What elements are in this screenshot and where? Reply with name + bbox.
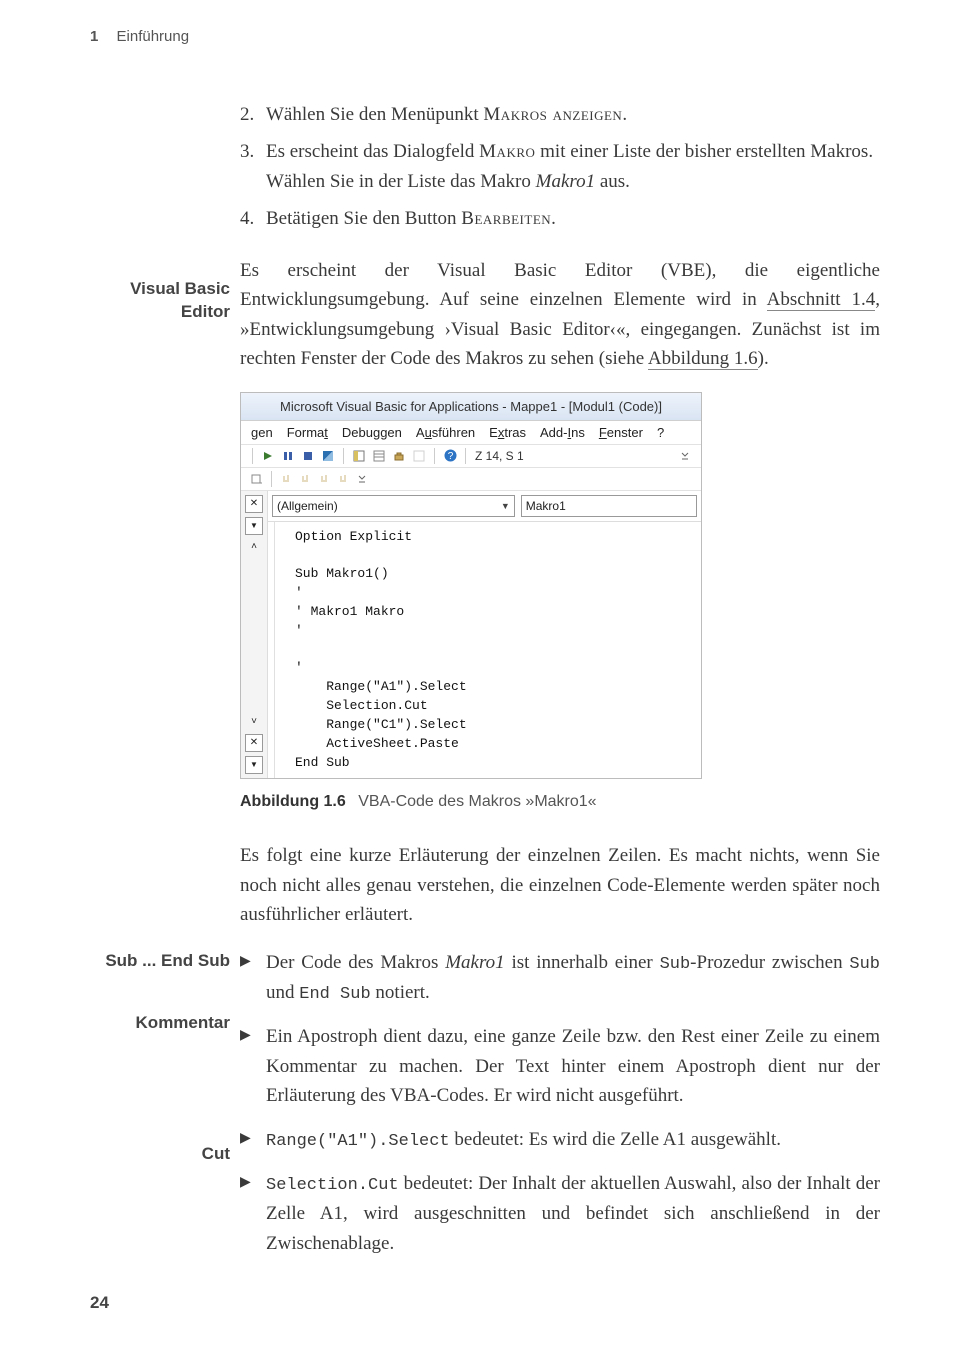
vbe-toolbar: ? Z 14, S 1 xyxy=(241,445,701,468)
step-number: 2. xyxy=(240,100,266,129)
design-mode-icon[interactable] xyxy=(320,448,336,464)
scroll-down-icon[interactable]: ˅ xyxy=(246,714,262,730)
edit-icon[interactable] xyxy=(249,471,265,487)
dropdown-icon[interactable]: ▼ xyxy=(245,756,263,774)
divider xyxy=(465,448,466,464)
menu-item[interactable]: Fenster xyxy=(599,425,643,440)
dropdown-icon[interactable]: ▼ xyxy=(245,517,263,535)
menu-item[interactable]: Debuggen xyxy=(342,425,402,440)
divider xyxy=(252,448,253,464)
code-pane[interactable]: Option Explicit Sub Makro1() ' ' Makro1 … xyxy=(274,522,701,779)
divider xyxy=(434,448,435,464)
page-number: 24 xyxy=(90,1293,109,1313)
para-vbe: Es erscheint der Visual Basic Editor (VB… xyxy=(240,256,880,374)
page: 1 Einführung Visual Basic Editor Sub ...… xyxy=(0,0,960,1353)
vbe-left-gutter: ✕ ▼ ˄ ˅ ✕ ▼ xyxy=(241,491,268,779)
para-after-figure: Es folgt eine kurze Erläuterung der einz… xyxy=(240,841,880,929)
hand-icon[interactable] xyxy=(335,471,351,487)
bullet-icon: ▶ xyxy=(240,1022,266,1110)
svg-text:?: ? xyxy=(447,451,453,462)
bullet-icon: ▶ xyxy=(240,1125,266,1155)
bullet-icon: ▶ xyxy=(240,1169,266,1258)
bullet-text: Der Code des Makros Makro1 ist innerhalb… xyxy=(266,948,880,1009)
margin-note-cut: Cut xyxy=(90,1143,230,1166)
chevron-down-icon: ▼ xyxy=(501,501,510,511)
margin-note-sub: Sub ... End Sub xyxy=(90,950,230,973)
bullet-text: Ein Apostroph dient dazu, eine ganze Zei… xyxy=(266,1022,880,1110)
list-item: ▶ Der Code des Makros Makro1 ist innerha… xyxy=(240,948,880,1009)
figure-caption: Abbildung 1.6 VBA-Code des Makros »Makro… xyxy=(240,793,880,811)
content-column: 2. Wählen Sie den Menüpunkt Makros anzei… xyxy=(240,100,880,1272)
running-head: 1 Einführung xyxy=(90,28,189,45)
caption-text: VBA-Code des Makros »Makro1« xyxy=(358,793,596,810)
bullet-text: Selection.Cut bedeutet: Der Inhalt der a… xyxy=(266,1169,880,1258)
divider xyxy=(343,448,344,464)
procedure-dropdown[interactable]: Makro1 xyxy=(521,495,697,517)
list-item: ▶ Ein Apostroph dient dazu, eine ganze Z… xyxy=(240,1022,880,1110)
menu-item[interactable]: Add-Ins xyxy=(540,425,585,440)
list-item: ▶ Selection.Cut bedeutet: Der Inhalt der… xyxy=(240,1169,880,1258)
step-2: 2. Wählen Sie den Menüpunkt Makros anzei… xyxy=(240,100,880,129)
menu-item[interactable]: Extras xyxy=(489,425,526,440)
help-icon[interactable]: ? xyxy=(442,448,458,464)
margin-note-kommentar: Kommentar xyxy=(90,1012,230,1035)
play-icon[interactable] xyxy=(260,448,276,464)
object-browser-icon[interactable] xyxy=(411,448,427,464)
dropdown-value: Makro1 xyxy=(526,499,566,513)
toolbar-overflow-icon[interactable] xyxy=(354,471,370,487)
pause-icon[interactable] xyxy=(280,448,296,464)
divider xyxy=(271,471,272,487)
step-3: 3. Es erscheint das Dialogfeld Makro mit… xyxy=(240,137,880,196)
step-4: 4. Betätigen Sie den Button Bearbeiten. xyxy=(240,204,880,233)
stop-icon[interactable] xyxy=(300,448,316,464)
menu-item[interactable]: gen xyxy=(251,425,273,440)
close-icon[interactable]: ✕ xyxy=(245,734,263,752)
numbered-steps: 2. Wählen Sie den Menüpunkt Makros anzei… xyxy=(240,100,880,234)
step-text: Es erscheint das Dialogfeld Makro mit ei… xyxy=(266,137,880,196)
vbe-body: ✕ ▼ ˄ ˅ ✕ ▼ (Allgemein) ▼ Mak xyxy=(241,491,701,779)
hand-icon[interactable] xyxy=(316,471,332,487)
dropdown-value: (Allgemein) xyxy=(277,499,338,513)
chapter-number: 1 xyxy=(90,28,98,45)
properties-icon[interactable] xyxy=(371,448,387,464)
step-number: 3. xyxy=(240,137,266,196)
vbe-screenshot: Microsoft Visual Basic for Applications … xyxy=(240,392,702,780)
menu-item[interactable]: ? xyxy=(657,425,664,440)
menu-item[interactable]: Format xyxy=(287,425,328,440)
chapter-title: Einführung xyxy=(117,28,190,45)
cursor-position: Z 14, S 1 xyxy=(475,449,524,463)
close-icon[interactable]: ✕ xyxy=(245,495,263,513)
project-explorer-icon[interactable] xyxy=(351,448,367,464)
list-item: ▶ Range("A1").Select bedeutet: Es wird d… xyxy=(240,1125,880,1155)
step-number: 4. xyxy=(240,204,266,233)
hand-icon[interactable] xyxy=(297,471,313,487)
menu-item[interactable]: Ausführen xyxy=(416,425,475,440)
hand-icon[interactable] xyxy=(278,471,294,487)
step-text: Betätigen Sie den Button Bearbeiten. xyxy=(266,204,880,233)
bullet-list: ▶ Der Code des Makros Makro1 ist innerha… xyxy=(240,948,880,1259)
vbe-titlebar: Microsoft Visual Basic for Applications … xyxy=(241,393,701,421)
bullet-icon: ▶ xyxy=(240,948,266,1009)
object-dropdown[interactable]: (Allgemein) ▼ xyxy=(272,495,515,517)
toolbar-overflow-icon[interactable] xyxy=(677,448,693,464)
toolbox-icon[interactable] xyxy=(391,448,407,464)
caption-label: Abbildung 1.6 xyxy=(240,793,346,810)
link-abschnitt[interactable]: Abschnitt 1.4 xyxy=(767,289,876,311)
step-text: Wählen Sie den Menüpunkt Makros anzeigen… xyxy=(266,100,880,129)
bullet-text: Range("A1").Select bedeutet: Es wird die… xyxy=(266,1125,880,1155)
vbe-main: (Allgemein) ▼ Makro1 Option Explicit Sub… xyxy=(268,491,701,779)
vbe-dropdown-row: (Allgemein) ▼ Makro1 xyxy=(268,491,701,522)
vbe-toolbar-2 xyxy=(241,468,701,491)
link-abbildung[interactable]: Abbildung 1.6 xyxy=(648,348,758,370)
margin-note-vbe: Visual Basic Editor xyxy=(90,278,230,324)
vbe-menubar: gen Format Debuggen Ausführen Extras Add… xyxy=(241,421,701,445)
scroll-up-icon[interactable]: ˄ xyxy=(246,539,262,555)
